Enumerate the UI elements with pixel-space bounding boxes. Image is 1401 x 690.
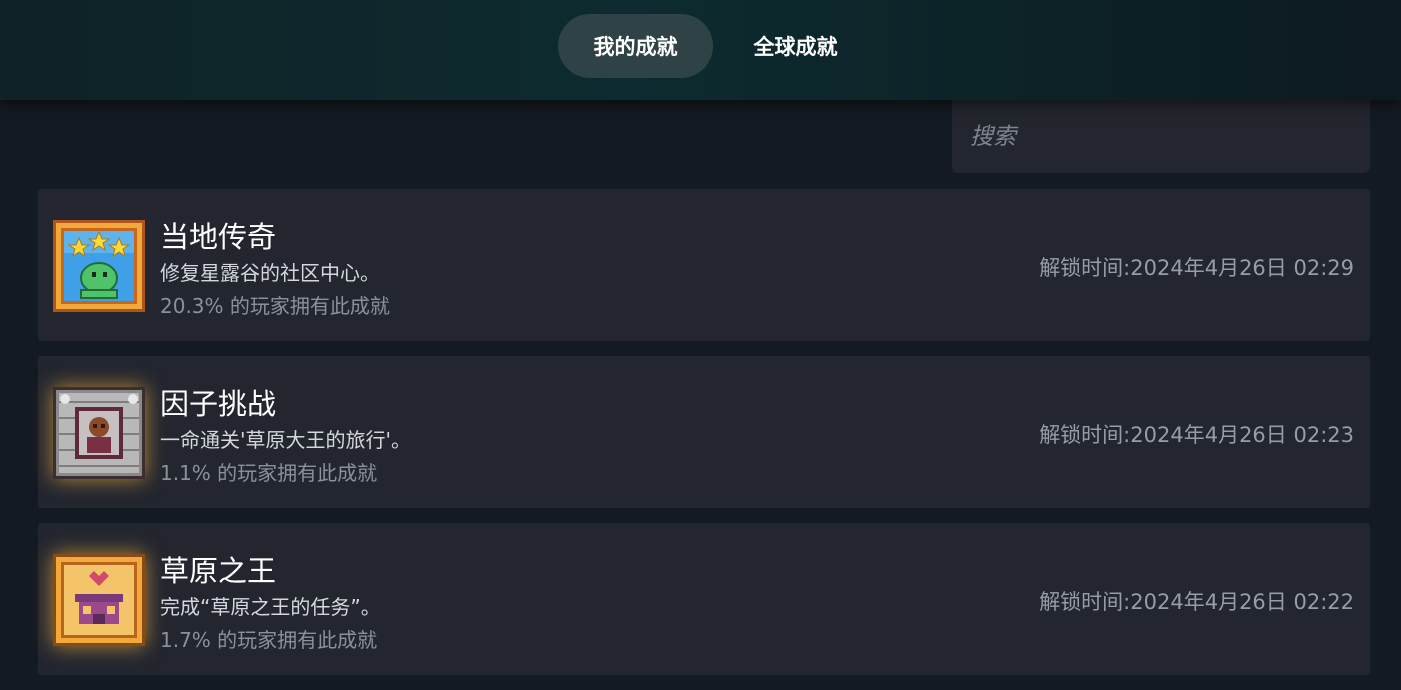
- top-nav-bar: 我的成就 全球成就: [0, 0, 1401, 100]
- unlock-timestamp: 2024年4月26日 02:22: [1130, 590, 1354, 614]
- unlock-time: 解锁时间:2024年4月26日 02:23: [1039, 419, 1354, 449]
- tab-my-achievements[interactable]: 我的成就: [558, 14, 713, 78]
- skull-frame-icon: [53, 387, 145, 479]
- achievement-description: 一命通关'草原大王的旅行'。: [160, 428, 411, 452]
- search-box[interactable]: [952, 100, 1370, 173]
- unlock-label: 解锁时间:: [1039, 256, 1131, 280]
- unlock-time: 解锁时间:2024年4月26日 02:22: [1039, 586, 1354, 616]
- achievement-card[interactable]: 草原之王 完成“草原之王的任务”。 1.7% 的玩家拥有此成就 解锁时间:202…: [38, 523, 1370, 675]
- unlock-timestamp: 2024年4月26日 02:29: [1130, 256, 1354, 280]
- achievement-description: 修复星露谷的社区中心。: [160, 261, 380, 285]
- achievement-percent: 20.3% 的玩家拥有此成就: [160, 294, 390, 318]
- achievement-card[interactable]: 当地传奇 修复星露谷的社区中心。 20.3% 的玩家拥有此成就 解锁时间:202…: [38, 189, 1370, 341]
- achievement-list: 当地传奇 修复星露谷的社区中心。 20.3% 的玩家拥有此成就 解锁时间:202…: [38, 189, 1370, 690]
- search-input[interactable]: [952, 122, 1352, 151]
- achievement-percent: 1.7% 的玩家拥有此成就: [160, 628, 378, 652]
- stars-frog-icon: [53, 220, 145, 312]
- achievement-description: 完成“草原之王的任务”。: [160, 595, 381, 619]
- achievement-card[interactable]: 因子挑战 一命通关'草原大王的旅行'。 1.1% 的玩家拥有此成就 解锁时间:2…: [38, 356, 1370, 508]
- tab-global-achievements[interactable]: 全球成就: [718, 14, 873, 78]
- unlock-label: 解锁时间:: [1039, 423, 1131, 447]
- achievement-title: 当地传奇: [160, 220, 277, 254]
- achievement-title: 草原之王: [160, 554, 277, 588]
- unlock-label: 解锁时间:: [1039, 590, 1131, 614]
- unlock-timestamp: 2024年4月26日 02:23: [1130, 423, 1354, 447]
- prairie-king-icon: [53, 554, 145, 646]
- achievement-percent: 1.1% 的玩家拥有此成就: [160, 461, 378, 485]
- unlock-time: 解锁时间:2024年4月26日 02:29: [1039, 252, 1354, 282]
- achievement-title: 因子挑战: [160, 387, 277, 421]
